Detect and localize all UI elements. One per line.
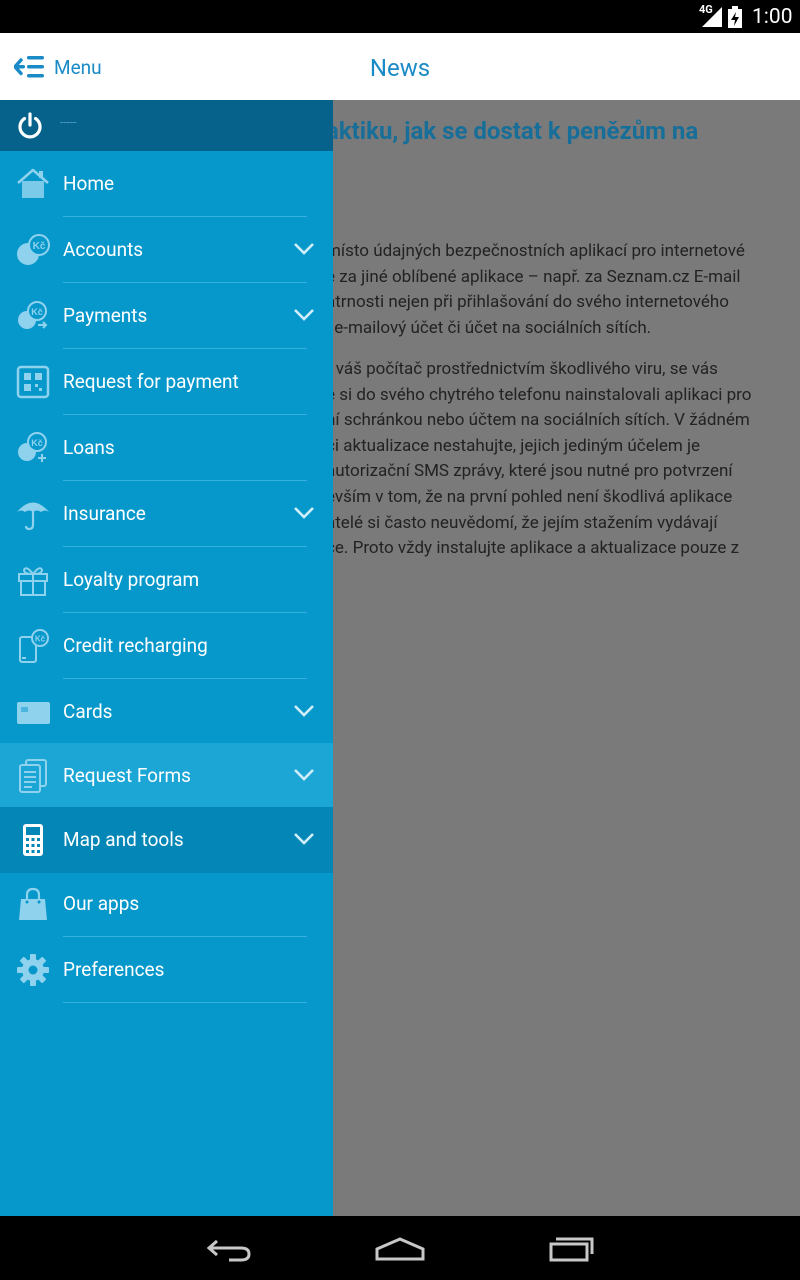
drawer-item-label: Loans <box>63 436 115 459</box>
article-title: aktiku, jak se dostat k penězům na <box>326 117 699 145</box>
drawer-item-home[interactable]: Home <box>0 151 333 217</box>
phone-kc-icon: Kč <box>19 629 49 663</box>
umbrella-icon <box>17 502 49 531</box>
svg-text:Kč: Kč <box>33 241 46 252</box>
drawer-item-label: Payments <box>63 304 148 327</box>
home-nav-icon[interactable] <box>374 1236 426 1262</box>
drawer-header: ----- <box>0 100 333 151</box>
documents-icon <box>19 759 47 793</box>
user-name: ----- <box>60 115 77 129</box>
svg-text:Kč: Kč <box>31 307 43 317</box>
drawer-item-request-forms[interactable]: Request Forms <box>0 743 333 809</box>
drawer-item-label: Preferences <box>63 958 165 981</box>
chevron-down-icon <box>294 833 314 845</box>
drawer-item-label: Cards <box>63 700 113 723</box>
chevron-down-icon <box>294 769 314 781</box>
svg-text:Kč: Kč <box>31 438 43 448</box>
drawer-item-label: Credit recharging <box>63 634 208 657</box>
coins-kc-icon: Kč <box>17 234 50 265</box>
drawer-item-label: Accounts <box>63 238 144 261</box>
payment-kc-icon: Kč <box>18 301 48 329</box>
battery-icon <box>728 6 742 28</box>
drawer-item-label: Our apps <box>63 892 140 915</box>
drawer-item-loyalty-program[interactable]: Loyalty program <box>0 547 333 613</box>
drawer-item-insurance[interactable]: Insurance <box>0 481 333 547</box>
recent-apps-icon[interactable] <box>548 1236 596 1262</box>
drawer-item-credit-recharging[interactable]: Kč Credit recharging <box>0 613 333 679</box>
signal-icon <box>702 7 722 27</box>
chevron-down-icon <box>294 507 314 519</box>
drawer-item-cards[interactable]: Cards <box>0 679 333 745</box>
article-paragraph-1: místo údajných bezpečnostních aplikací p… <box>326 241 745 338</box>
chevron-down-icon <box>294 309 314 321</box>
clock: 1:00 <box>752 5 793 29</box>
card-icon <box>17 702 50 724</box>
drawer-item-loans[interactable]: Kč Loans <box>0 415 333 481</box>
gear-icon <box>17 954 49 986</box>
drawer-item-map-and-tools[interactable]: Map and tools <box>0 807 333 873</box>
calculator-icon <box>23 824 43 856</box>
drawer-item-accounts[interactable]: Kč Accounts <box>0 217 333 283</box>
qr-code-icon <box>16 365 50 399</box>
gift-icon <box>18 567 48 596</box>
page-title: News <box>369 54 431 82</box>
power-icon[interactable] <box>16 112 44 140</box>
drawer-item-label: Request for payment <box>63 370 239 393</box>
drawer-item-label: Map and tools <box>63 828 184 851</box>
action-bar: Menu News <box>0 33 800 100</box>
status-bar: 4G 1:00 <box>0 0 800 33</box>
drawer-item-label: Home <box>63 172 115 195</box>
drawer-item-payments[interactable]: Kč Payments <box>0 283 333 349</box>
drawer-item-label: Loyalty program <box>63 568 200 591</box>
loan-kc-icon: Kč <box>18 432 47 462</box>
chevron-down-icon <box>294 243 314 255</box>
system-navigation-bar <box>0 1216 800 1280</box>
article-paragraph-2: t váš počítač prostřednictvím škodlivého… <box>326 359 752 559</box>
drawer-item-label: Request Forms <box>63 764 191 787</box>
back-icon[interactable] <box>205 1236 253 1264</box>
home-icon <box>17 168 49 198</box>
drawer-item-our-apps[interactable]: Our apps <box>0 871 333 937</box>
chevron-down-icon <box>294 705 314 717</box>
svg-text:Kč: Kč <box>35 635 46 644</box>
drawer-item-request-for-payment[interactable]: Request for payment <box>0 349 333 415</box>
drawer-item-label: Insurance <box>63 502 146 525</box>
shopping-bag-icon <box>19 887 47 920</box>
navigation-drawer: ----- Home Kč Accounts Kč Payments Reque… <box>0 100 333 1216</box>
drawer-item-preferences[interactable]: Preferences <box>0 937 333 1003</box>
divider <box>63 1002 307 1003</box>
